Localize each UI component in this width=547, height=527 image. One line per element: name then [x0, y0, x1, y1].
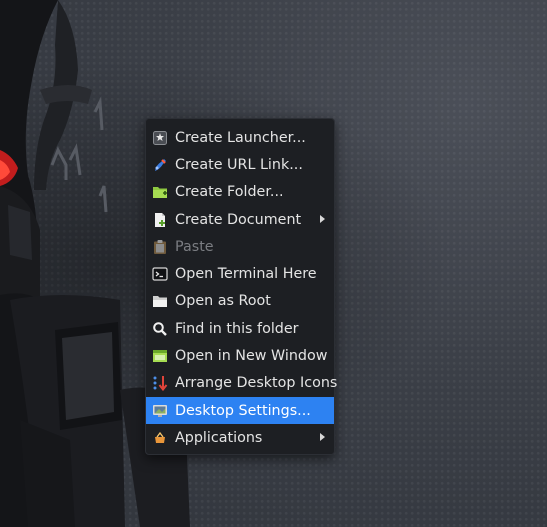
menu-item-find-in-folder[interactable]: Find in this folder — [146, 315, 334, 342]
sort-icon — [152, 375, 168, 392]
document-new-icon — [152, 212, 168, 228]
menu-item-label: Find in this folder — [175, 320, 299, 337]
menu-item-label: Create URL Link... — [175, 156, 303, 173]
menu-item-paste[interactable]: Paste — [146, 233, 334, 260]
link-icon — [152, 157, 168, 173]
menu-item-label: Create Folder... — [175, 184, 284, 201]
menu-item-label: Open in New Window — [175, 348, 328, 365]
folder-new-icon — [152, 184, 168, 200]
menu-item-create-url-link[interactable]: Create URL Link... — [146, 151, 334, 178]
terminal-icon — [152, 266, 168, 282]
submenu-arrow-icon — [320, 433, 325, 442]
menu-item-open-as-root[interactable]: Open as Root — [146, 288, 334, 315]
menu-item-create-launcher[interactable]: Create Launcher... — [146, 124, 334, 151]
launcher-icon — [152, 130, 168, 146]
menu-item-applications[interactable]: Applications — [146, 424, 334, 451]
applications-icon — [152, 430, 168, 446]
paste-icon — [152, 239, 168, 255]
menu-item-arrange-desktop-icons[interactable]: Arrange Desktop Icons — [146, 370, 338, 397]
menu-item-label: Create Launcher... — [175, 129, 306, 146]
desktop[interactable]: Create Launcher... Create URL Link... Cr… — [0, 0, 547, 527]
desktop-context-menu: Create Launcher... Create URL Link... Cr… — [145, 118, 338, 455]
submenu-arrow-icon — [320, 214, 325, 223]
menu-item-create-document[interactable]: Create Document — [146, 206, 334, 233]
search-icon — [152, 321, 168, 337]
menu-item-label: Open as Root — [175, 293, 271, 310]
menu-item-label: Desktop Settings... — [175, 402, 311, 419]
new-window-icon — [152, 348, 168, 364]
menu-item-open-in-new-window[interactable]: Open in New Window — [146, 342, 334, 369]
folder-icon — [152, 293, 168, 309]
menu-item-label: Paste — [175, 238, 214, 255]
menu-item-label: Create Document — [175, 211, 302, 228]
menu-item-label: Open Terminal Here — [175, 266, 317, 283]
menu-item-label: Arrange Desktop Icons — [175, 375, 338, 392]
menu-item-label: Applications — [175, 429, 263, 446]
menu-item-create-folder[interactable]: Create Folder... — [146, 179, 334, 206]
menu-item-open-terminal-here[interactable]: Open Terminal Here — [146, 260, 334, 287]
menu-item-desktop-settings[interactable]: Desktop Settings... — [146, 396, 334, 425]
desktop-settings-icon — [152, 403, 168, 419]
